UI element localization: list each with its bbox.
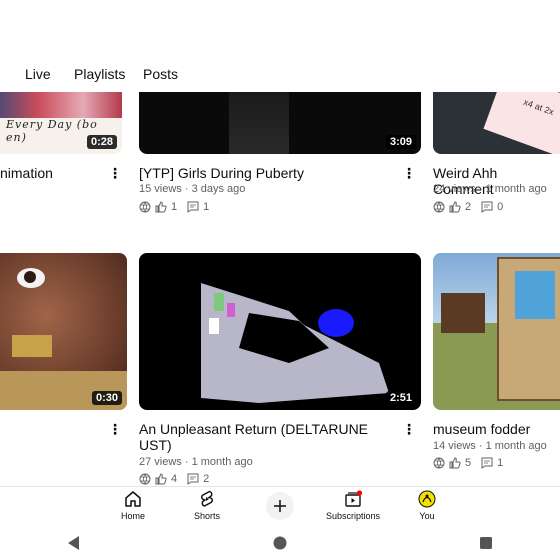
comment-icon [481, 457, 493, 469]
comment-count: 0 [497, 201, 504, 213]
comment-icon [187, 201, 199, 213]
thumbnail-art [515, 271, 555, 319]
nav-home-label: Home [120, 511, 145, 521]
video-thumbnail[interactable]: 3:09 [139, 92, 421, 154]
comment-icon [481, 201, 493, 213]
nav-subscriptions-label: Subscriptions [325, 511, 381, 521]
like-count: 1 [171, 201, 178, 213]
video-title[interactable]: museum fodder [433, 421, 530, 437]
nav-you-label: You [419, 511, 435, 521]
recents-icon[interactable] [480, 537, 492, 549]
tab-posts[interactable]: Posts [143, 66, 178, 82]
comment-count: 1 [497, 457, 504, 469]
more-options-icon[interactable]: ⋮ [402, 165, 416, 181]
channel-tabs: Live Playlists Posts [0, 62, 560, 88]
system-navigation [0, 526, 560, 560]
create-button[interactable] [266, 492, 294, 520]
video-thumbnail[interactable] [433, 253, 560, 410]
shorts-icon [201, 490, 213, 507]
more-options-icon[interactable]: ⋮ [108, 165, 122, 181]
duration-badge: 0:30 [91, 391, 122, 405]
video-meta: 14 views · 1 month ago [433, 440, 547, 452]
thumbnail-art [24, 271, 36, 283]
video-thumbnail[interactable]: 2:51 [139, 253, 421, 410]
tab-live[interactable]: Live [25, 66, 51, 82]
video-stats: 1 1 [139, 201, 215, 213]
home-circle-icon[interactable] [273, 536, 287, 550]
globe-icon [139, 473, 151, 485]
notification-dot [356, 490, 363, 496]
thumbnail-art [441, 293, 485, 333]
nav-subscriptions[interactable]: Subscriptions [313, 487, 393, 527]
video-stats: 5 1 [433, 457, 509, 469]
video-meta: 27 views · 1 month ago [139, 456, 253, 468]
video-title-line-1[interactable]: An Unpleasant Return (DELTARUNE [139, 421, 368, 437]
duration-badge: 3:09 [385, 135, 416, 149]
globe-icon [433, 201, 445, 213]
video-meta: 24 views · 1 month ago [433, 183, 547, 195]
thumbnail-art [12, 335, 52, 357]
thumbs-up-icon [155, 473, 167, 485]
like-count: 2 [465, 201, 472, 213]
video-stats: 2 0 [433, 201, 509, 213]
comment-icon [187, 473, 199, 485]
thumbnail-art [229, 92, 289, 154]
video-title-line-2[interactable]: UST) [139, 437, 172, 453]
subscriptions-icon [345, 490, 363, 507]
nav-shorts[interactable]: Shorts [167, 487, 247, 527]
video-meta: 15 views · 3 days ago [139, 183, 246, 195]
plus-icon [274, 500, 286, 512]
thumbs-up-icon [155, 201, 167, 213]
home-icon [125, 491, 141, 507]
nav-home[interactable]: Home [93, 487, 173, 527]
globe-icon [433, 457, 445, 469]
video-thumbnail[interactable]: Every Day (bo en) 0:28 [0, 92, 122, 154]
like-count: 5 [465, 457, 472, 469]
avatar [418, 490, 436, 508]
comment-count: 1 [203, 201, 210, 213]
like-count: 4 [171, 473, 178, 485]
thumbs-up-icon [449, 457, 461, 469]
video-title[interactable]: nimation [0, 165, 53, 181]
duration-badge: 2:51 [385, 391, 416, 405]
globe-icon [139, 201, 151, 213]
thumbnail-art [0, 92, 122, 118]
video-stats: 4 2 [139, 473, 215, 485]
back-icon[interactable] [68, 536, 80, 550]
thumbnail-art [201, 283, 389, 403]
video-title[interactable]: [YTP] Girls During Puberty [139, 165, 304, 181]
nav-you[interactable]: You [387, 487, 467, 527]
more-options-icon[interactable]: ⋮ [402, 421, 416, 437]
nav-shorts-label: Shorts [193, 511, 220, 521]
more-options-icon[interactable]: ⋮ [108, 421, 122, 437]
thumbnail-art [483, 92, 560, 154]
bottom-navigation: Home Shorts Subscriptions You [0, 486, 560, 527]
video-thumbnail[interactable]: 0:30 [0, 253, 127, 410]
comment-count: 2 [203, 473, 210, 485]
thumbs-up-icon [449, 201, 461, 213]
duration-badge: 0:28 [86, 135, 117, 149]
tab-playlists[interactable]: Playlists [74, 66, 125, 82]
video-thumbnail[interactable]: x4 at 2x [433, 92, 560, 154]
